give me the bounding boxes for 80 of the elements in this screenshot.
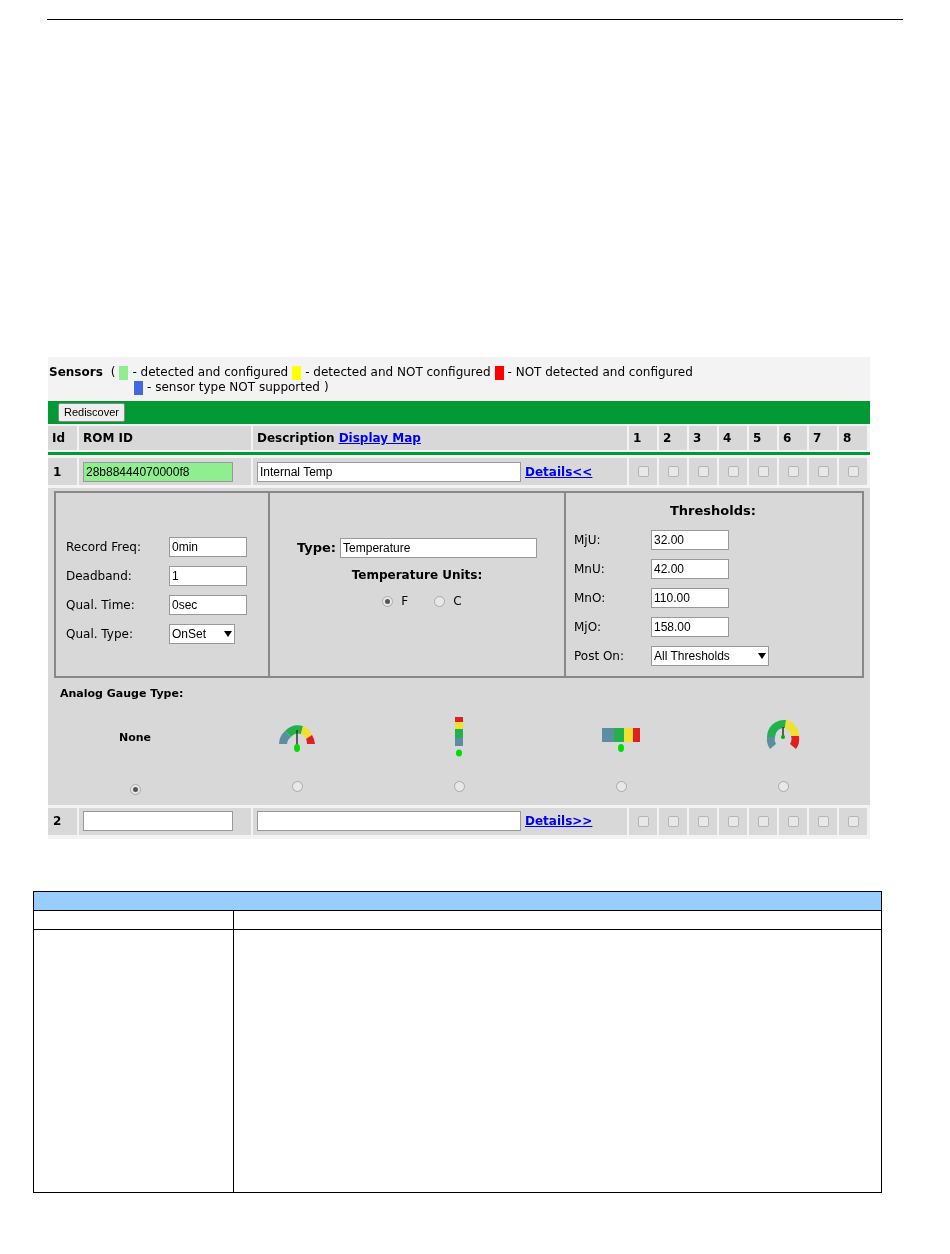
- radio-label: C: [453, 593, 462, 610]
- field-label: Type:: [296, 539, 337, 558]
- description-field[interactable]: Internal Temp: [257, 461, 521, 482]
- legend-paren: (: [110, 365, 116, 380]
- column-header: 5: [749, 426, 777, 450]
- field-label: Qual. Time:: [66, 597, 136, 614]
- radio-button[interactable]: [291, 780, 303, 792]
- radio-button[interactable]: [453, 780, 465, 792]
- column-header: 2: [659, 426, 687, 450]
- column-header: 4: [719, 426, 747, 450]
- column-header: 8: [839, 426, 867, 450]
- radio-button[interactable]: [434, 595, 446, 607]
- column-header: 3: [689, 426, 717, 450]
- caret-icon: [758, 652, 766, 659]
- column-header: Description: [257, 430, 335, 447]
- dropdown[interactable]: All Thresholds: [651, 645, 769, 666]
- rediscover-button[interactable]: Rediscover: [58, 403, 126, 422]
- radio-button[interactable]: [382, 595, 394, 607]
- input-field[interactable]: 0sec: [169, 595, 247, 615]
- checkbox[interactable]: [697, 466, 709, 477]
- field-label: Deadband:: [66, 568, 133, 585]
- id-cell: 1: [48, 458, 77, 485]
- radio-button[interactable]: [777, 780, 789, 792]
- checkbox[interactable]: [637, 815, 649, 827]
- field-label: MjU:: [574, 531, 602, 549]
- checkbox[interactable]: [637, 466, 649, 477]
- checkbox[interactable]: [847, 815, 859, 827]
- field-label: MnU:: [574, 560, 606, 578]
- field-label: Temperature Units:: [351, 567, 483, 584]
- legend-label: - NOT detected and configured: [507, 365, 693, 380]
- gauge-option-label: None: [118, 730, 152, 747]
- checkbox[interactable]: [817, 466, 829, 477]
- details-link[interactable]: Details<<: [525, 462, 593, 481]
- checkbox[interactable]: [787, 466, 799, 477]
- field-label: MjO:: [574, 618, 602, 636]
- details-link[interactable]: Details>>: [525, 812, 593, 830]
- checkbox[interactable]: [757, 466, 769, 477]
- checkbox[interactable]: [757, 815, 769, 827]
- checkbox[interactable]: [727, 815, 739, 827]
- caret-icon: [224, 631, 232, 637]
- checkbox[interactable]: [667, 815, 679, 827]
- checkbox[interactable]: [847, 466, 859, 477]
- input-field[interactable]: 32.00: [651, 529, 729, 550]
- column-header: 1: [629, 426, 657, 450]
- legend-paren: ): [324, 380, 329, 395]
- input-field[interactable]: 158.00: [651, 616, 729, 637]
- radio-button[interactable]: [615, 780, 627, 792]
- input-field[interactable]: 1: [169, 566, 247, 586]
- input-field[interactable]: 0min: [169, 537, 247, 557]
- panel-heading: Thresholds:: [669, 502, 757, 520]
- section-label: Analog Gauge Type:: [60, 686, 185, 702]
- checkbox[interactable]: [727, 466, 739, 477]
- rom-id-field[interactable]: 28b88444070000f8: [83, 461, 233, 482]
- field-label: Qual. Type:: [66, 626, 134, 643]
- column-header: Id: [48, 426, 77, 450]
- radio-button[interactable]: [129, 783, 141, 795]
- id-cell: 2: [48, 807, 77, 835]
- radio-label: F: [401, 593, 409, 610]
- panel-title: Sensors: [49, 365, 103, 380]
- input-field[interactable]: Temperature: [340, 538, 538, 558]
- input-field[interactable]: 42.00: [651, 558, 729, 579]
- rom-id-field[interactable]: [83, 811, 233, 831]
- column-header: ROM ID: [79, 426, 251, 450]
- field-label: Record Freq:: [66, 539, 143, 556]
- checkbox[interactable]: [787, 815, 799, 827]
- vertical-gauge-icon: [453, 716, 465, 757]
- field-label: Post On:: [574, 647, 625, 665]
- input-field[interactable]: 110.00: [651, 587, 729, 608]
- field-label: MnO:: [574, 589, 607, 607]
- legend-label: - sensor type NOT supported: [147, 380, 320, 395]
- checkbox[interactable]: [667, 466, 679, 477]
- legend-label: - detected and configured: [132, 365, 289, 380]
- checkbox[interactable]: [817, 815, 829, 827]
- column-header: 7: [809, 426, 837, 450]
- dropdown[interactable]: OnSet: [169, 624, 235, 644]
- description-field[interactable]: [257, 811, 521, 831]
- display-map-link[interactable]: Display Map: [338, 429, 421, 447]
- column-header: 6: [779, 426, 807, 450]
- checkbox[interactable]: [697, 815, 709, 827]
- legend-label: - detected and NOT configured: [305, 365, 491, 380]
